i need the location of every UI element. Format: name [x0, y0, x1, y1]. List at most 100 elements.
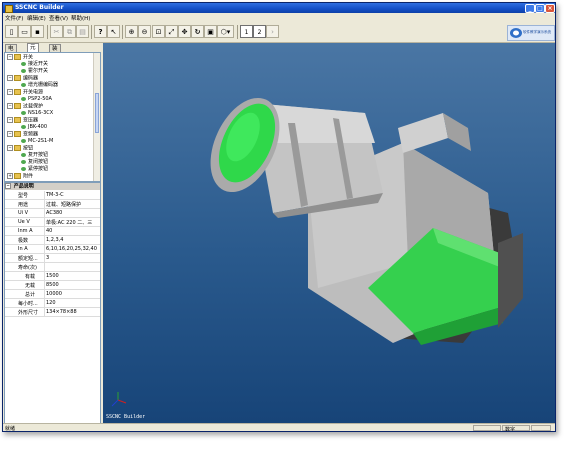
- collapse-icon[interactable]: −: [7, 103, 13, 109]
- toolbar-separator: [122, 25, 123, 39]
- cut-icon[interactable]: ✂: [50, 25, 63, 38]
- property-key: 每小时...: [18, 301, 38, 307]
- zoom-in-icon[interactable]: ⊕: [125, 25, 138, 38]
- tree-folder[interactable]: − 开关: [7, 54, 33, 61]
- collapse-icon[interactable]: −: [7, 117, 13, 123]
- open-icon[interactable]: ▭: [18, 25, 31, 38]
- tree-folder[interactable]: − 按钮: [7, 145, 33, 152]
- menu-edit[interactable]: 编辑(E): [27, 14, 46, 22]
- view-cube-dropdown[interactable]: ⬡▾: [217, 25, 234, 38]
- collapse-icon[interactable]: −: [7, 131, 13, 137]
- property-value: AC380: [46, 210, 63, 216]
- numlock-indicator: 数字: [505, 427, 516, 432]
- tree-folder[interactable]: − 开关电源: [7, 89, 43, 96]
- scrollbar-thumb[interactable]: [95, 93, 99, 133]
- tree-item[interactable]: MC-2S1-M: [21, 138, 53, 144]
- property-row[interactable]: 无载 8500: [5, 281, 100, 290]
- menu-view[interactable]: 查看(V): [49, 14, 68, 22]
- tree-item[interactable]: 接近开关: [21, 61, 48, 67]
- title-bar[interactable]: SSCNC Builder _ □ ×: [3, 3, 555, 13]
- tree-item[interactable]: 紧停按钮: [21, 166, 48, 172]
- reset-view-icon[interactable]: ▣: [204, 25, 217, 38]
- property-row[interactable]: Ue V 单极:AC 220 二、三: [5, 218, 100, 227]
- collapse-icon[interactable]: −: [5, 183, 11, 189]
- left-panel: 电路图 元器件 装配 −开关接近开关霍尔开关−编码器增光栅编码器−开关电源PSP…: [3, 43, 101, 424]
- collapse-icon[interactable]: −: [7, 54, 13, 60]
- tree-folder[interactable]: − 编码器: [7, 75, 38, 82]
- 3d-viewport[interactable]: SSCNC Builder: [103, 43, 555, 423]
- component-icon: [21, 166, 26, 171]
- property-row[interactable]: 外形尺寸 134×78×88: [5, 308, 100, 317]
- property-row[interactable]: 每小时... 120: [5, 299, 100, 308]
- pan-icon[interactable]: ✥: [178, 25, 191, 38]
- property-key: 极数: [18, 238, 29, 244]
- rotate-icon[interactable]: ↻: [191, 25, 204, 38]
- property-row[interactable]: Inm A 40: [5, 227, 100, 236]
- help-icon[interactable]: ?: [94, 25, 107, 38]
- zoom-out-icon[interactable]: ⊖: [138, 25, 151, 38]
- properties-header: − 产品说明: [5, 183, 100, 190]
- folder-icon: [14, 89, 21, 95]
- tree-label: 复开按钮: [28, 152, 49, 158]
- zoom-box-icon[interactable]: ⊡: [152, 25, 165, 38]
- page-1-button[interactable]: 1: [240, 25, 253, 38]
- property-value: 单极:AC 220 二、三: [46, 220, 93, 226]
- menu-help[interactable]: 帮助(H): [71, 14, 90, 22]
- tree-item[interactable]: 增光栅编码器: [21, 82, 58, 88]
- tree-item[interactable]: 复开按钮: [21, 152, 48, 158]
- folder-icon: [14, 173, 21, 179]
- status-text: 就绪: [5, 426, 16, 432]
- tree-item[interactable]: NS16-3CX: [21, 110, 53, 116]
- tree-label: 增光栅编码器: [28, 82, 59, 88]
- context-help-icon[interactable]: ↖: [107, 25, 120, 38]
- tree-folder[interactable]: − 过载保护: [7, 103, 43, 110]
- property-row[interactable]: 总计 10000: [5, 290, 100, 299]
- fit-view-icon[interactable]: ⤢: [165, 25, 178, 38]
- maximize-button[interactable]: □: [535, 4, 545, 13]
- page-2-button[interactable]: 2: [253, 25, 266, 38]
- copy-icon[interactable]: ⧉: [63, 25, 76, 38]
- folder-icon: [14, 131, 21, 137]
- properties-panel: − 产品说明 型号 TM-3-C 用途 过载、短路保护 Ui V AC380 Ue V 单极:…: [4, 182, 101, 424]
- property-row[interactable]: Ui V AC380: [5, 209, 100, 218]
- tree-item[interactable]: 复闭按钮: [21, 159, 48, 165]
- tree-label: NS16-3CX: [28, 110, 54, 116]
- expand-icon[interactable]: +: [7, 173, 13, 179]
- property-key: 用途: [18, 202, 29, 208]
- property-row[interactable]: 额定短... 3: [5, 254, 100, 263]
- property-row[interactable]: 型号 TM-3-C: [5, 191, 100, 200]
- breaker-model: [210, 97, 523, 345]
- save-icon[interactable]: ▪: [31, 25, 44, 38]
- column-divider: [44, 200, 45, 208]
- close-button[interactable]: ×: [545, 4, 555, 13]
- new-icon[interactable]: ▯: [5, 25, 18, 38]
- tree-item[interactable]: JBK-400: [21, 124, 47, 130]
- component-icon: [21, 61, 26, 66]
- minimize-button[interactable]: _: [525, 4, 535, 13]
- toolbar: ▯ ▭ ▪ ✂ ⧉ ▤ ? ↖ ⊕ ⊖ ⊡ ⤢ ✥ ↻ ▣ ⬡▾ 1 2 ›: [3, 22, 555, 43]
- component-icon: [21, 96, 26, 101]
- tree-scrollbar[interactable]: [93, 53, 100, 181]
- property-row[interactable]: 用途 过载、短路保护: [5, 200, 100, 209]
- collapse-icon[interactable]: −: [7, 75, 13, 81]
- tree-label: 复闭按钮: [28, 159, 49, 165]
- property-row[interactable]: 极数 1,2,3,4: [5, 236, 100, 245]
- tree-folder[interactable]: − 变压器: [7, 117, 38, 124]
- property-row[interactable]: 有载 1500: [5, 272, 100, 281]
- column-divider: [44, 272, 45, 280]
- status-pane: [473, 425, 501, 431]
- property-row[interactable]: In A 6,10,16,20,25,32,40: [5, 245, 100, 254]
- collapse-icon[interactable]: −: [7, 89, 13, 95]
- tree-item[interactable]: 霍尔开关: [21, 68, 48, 74]
- property-row[interactable]: 寿命(次): [5, 263, 100, 272]
- tree-folder[interactable]: − 变频器: [7, 131, 38, 138]
- property-key: 寿命(次): [18, 265, 37, 271]
- tree-item[interactable]: PSP2-50A: [21, 96, 52, 102]
- collapse-icon[interactable]: −: [7, 145, 13, 151]
- viewport-label: SSCNC Builder: [106, 414, 146, 420]
- tree-folder[interactable]: + 附件: [7, 173, 33, 180]
- property-value: 8500: [46, 282, 59, 288]
- next-page-button[interactable]: ›: [266, 25, 279, 38]
- paste-icon[interactable]: ▤: [76, 25, 89, 38]
- menu-file[interactable]: 文件(F): [5, 14, 23, 22]
